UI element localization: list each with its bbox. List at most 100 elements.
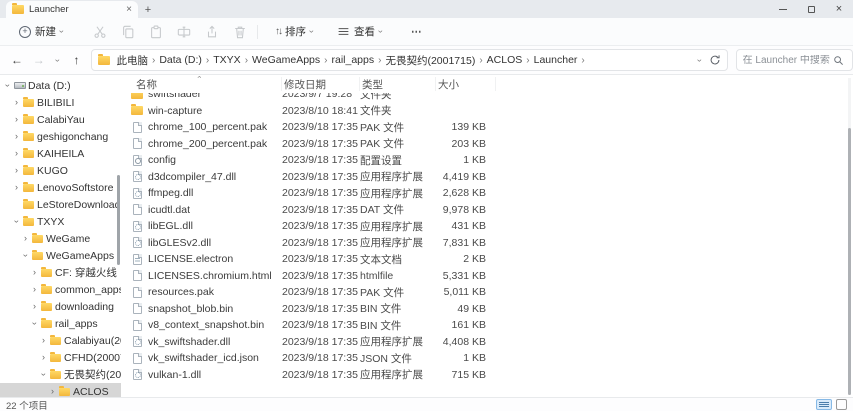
- expander-icon[interactable]: ›: [12, 183, 21, 192]
- column-header-type[interactable]: 类型: [360, 77, 436, 91]
- list-scrollbar-thumb[interactable]: [848, 128, 851, 395]
- expander-icon[interactable]: ›: [30, 268, 39, 277]
- file-row[interactable]: chrome_200_percent.pak 2023/9/18 17:35 P…: [126, 136, 521, 153]
- sidebar-item[interactable]: › KUGO: [0, 162, 121, 179]
- breadcrumb-item[interactable]: WeGameApps: [250, 54, 322, 66]
- breadcrumb-item[interactable]: 此电脑: [114, 53, 150, 68]
- breadcrumb-separator-icon: ›: [151, 54, 156, 66]
- share-button[interactable]: [204, 24, 219, 39]
- expander-icon[interactable]: ›: [12, 149, 21, 158]
- sidebar-item[interactable]: › downloading: [0, 298, 121, 315]
- breadcrumb-item[interactable]: rail_apps: [329, 54, 376, 66]
- breadcrumb-item[interactable]: 无畏契约(2001715): [383, 53, 477, 68]
- sidebar-scrollbar[interactable]: [117, 175, 120, 265]
- expander-icon[interactable]: ›: [30, 319, 40, 328]
- expander-icon[interactable]: ›: [12, 132, 21, 141]
- maximize-button[interactable]: [797, 0, 825, 18]
- expander-icon[interactable]: ›: [21, 251, 31, 260]
- back-button[interactable]: ←: [6, 53, 28, 67]
- file-date: 2023/9/18 17:35: [282, 253, 358, 266]
- file-row[interactable]: resources.pak 2023/9/18 17:35 PAK 文件 5,0…: [126, 284, 521, 301]
- file-date: 2023/9/18 17:35: [282, 286, 358, 299]
- file-row[interactable]: LICENSES.chromium.html 2023/9/18 17:35 h…: [126, 268, 521, 285]
- cut-button[interactable]: [92, 24, 107, 39]
- details-view-button[interactable]: [816, 399, 832, 410]
- rename-button[interactable]: [176, 24, 191, 39]
- breadcrumb-item[interactable]: Launcher: [532, 54, 580, 66]
- search-input[interactable]: [742, 54, 833, 66]
- sidebar-item[interactable]: › CFHD(2000797: [0, 349, 121, 366]
- file-row[interactable]: chrome_100_percent.pak 2023/9/18 17:35 P…: [126, 119, 521, 136]
- sidebar-item[interactable]: › geshigonchang: [0, 128, 121, 145]
- expander-icon[interactable]: ›: [3, 81, 13, 90]
- expander-icon[interactable]: ›: [21, 234, 30, 243]
- new-tab-button[interactable]: +: [138, 1, 158, 18]
- delete-button[interactable]: [232, 24, 247, 39]
- close-button[interactable]: ×: [825, 0, 853, 18]
- column-header-date[interactable]: 修改日期: [282, 77, 360, 91]
- up-button[interactable]: ↑: [66, 53, 88, 67]
- sidebar-item[interactable]: › rail_apps: [0, 315, 121, 332]
- sidebar-item[interactable]: › WeGame: [0, 230, 121, 247]
- file-row[interactable]: icudtl.dat 2023/9/18 17:35 DAT 文件 9,978 …: [126, 202, 521, 219]
- sidebar-item[interactable]: › CF: 穿越火线: [0, 264, 121, 281]
- expander-icon[interactable]: ›: [12, 166, 21, 175]
- sidebar-item[interactable]: › LenovoSoftstore: [0, 179, 121, 196]
- expander-icon[interactable]: ›: [12, 98, 21, 107]
- file-row[interactable]: swiftshader 2023/9/7 19:28 文件夹: [126, 93, 521, 103]
- column-header-size[interactable]: 大小: [436, 77, 496, 91]
- file-row[interactable]: ffmpeg.dll 2023/9/18 17:35 应用程序扩展 2,628 …: [126, 185, 521, 202]
- sidebar-item[interactable]: › WeGameApps: [0, 247, 121, 264]
- large-icons-view-button[interactable]: [836, 399, 847, 410]
- search-box[interactable]: [735, 49, 853, 71]
- paste-button[interactable]: [148, 24, 163, 39]
- sidebar-item[interactable]: › CalabiYau: [0, 111, 121, 128]
- sort-button[interactable]: ↑↓ 排序 ›: [268, 20, 320, 43]
- sidebar-item[interactable]: › KAIHEILA: [0, 145, 121, 162]
- address-dropdown-icon[interactable]: ›: [695, 59, 705, 62]
- file-row[interactable]: vk_swiftshader.dll 2023/9/18 17:35 应用程序扩…: [126, 334, 521, 351]
- sidebar-item[interactable]: › TXYX: [0, 213, 121, 230]
- sidebar-item[interactable]: › BILIBILI: [0, 94, 121, 111]
- sidebar-item[interactable]: › common_apps: [0, 281, 121, 298]
- file-row[interactable]: vk_swiftshader_icd.json 2023/9/18 17:35 …: [126, 350, 521, 367]
- expander-icon[interactable]: ›: [30, 302, 39, 311]
- file-row[interactable]: d3dcompiler_47.dll 2023/9/18 17:35 应用程序扩…: [126, 169, 521, 186]
- tab-launcher[interactable]: Launcher ×: [6, 1, 138, 18]
- forward-button[interactable]: →: [28, 53, 50, 67]
- file-date: 2023/9/18 17:35: [282, 187, 358, 200]
- expander-icon[interactable]: ›: [48, 387, 57, 396]
- new-button[interactable]: + 新建 ›: [12, 20, 70, 43]
- refresh-icon[interactable]: [709, 54, 721, 66]
- sidebar-item[interactable]: › Calabiyau(2001: [0, 332, 121, 349]
- breadcrumb[interactable]: 此电脑 › Data (D:) › TXYX › WeGameApps › rail_apps ›…: [91, 49, 728, 71]
- minimize-button[interactable]: [769, 0, 797, 18]
- file-row[interactable]: config 2023/9/18 17:35 配置设置 1 KB: [126, 152, 521, 169]
- sidebar-item[interactable]: › ACLOS: [0, 383, 121, 397]
- column-header-name[interactable]: 名称: [126, 77, 282, 91]
- more-options-button[interactable]: ⋯: [403, 26, 432, 38]
- file-row[interactable]: vulkan-1.dll 2023/9/18 17:35 应用程序扩展 715 …: [126, 367, 521, 381]
- breadcrumb-item[interactable]: ACLOS: [485, 54, 525, 66]
- file-row[interactable]: v8_context_snapshot.bin 2023/9/18 17:35 …: [126, 317, 521, 334]
- expander-icon[interactable]: ›: [39, 370, 49, 379]
- copy-button[interactable]: [120, 24, 135, 39]
- expander-icon[interactable]: ›: [30, 285, 39, 294]
- file-row[interactable]: win-capture 2023/8/10 18:41 文件夹: [126, 103, 521, 120]
- file-row[interactable]: LICENSE.electron 2023/9/18 17:35 文本文档 2 …: [126, 251, 521, 268]
- expander-icon[interactable]: ›: [12, 217, 22, 226]
- sidebar-item[interactable]: › 无畏契约(20017: [0, 366, 121, 383]
- expander-icon[interactable]: ›: [39, 353, 48, 362]
- sidebar-item[interactable]: › Data (D:): [0, 77, 121, 94]
- breadcrumb-item[interactable]: Data (D:): [157, 54, 204, 66]
- file-row[interactable]: libGLESv2.dll 2023/9/18 17:35 应用程序扩展 7,8…: [126, 235, 521, 252]
- recent-locations-button[interactable]: ›: [50, 54, 66, 66]
- file-row[interactable]: snapshot_blob.bin 2023/9/18 17:35 BIN 文件…: [126, 301, 521, 318]
- expander-icon[interactable]: ›: [39, 336, 48, 345]
- breadcrumb-item[interactable]: TXYX: [211, 54, 242, 66]
- sidebar-item[interactable]: LeStoreDownload: [0, 196, 121, 213]
- tab-close-icon[interactable]: ×: [126, 4, 132, 15]
- expander-icon[interactable]: ›: [12, 115, 21, 124]
- file-row[interactable]: libEGL.dll 2023/9/18 17:35 应用程序扩展 431 KB: [126, 218, 521, 235]
- view-button[interactable]: 查看 ›: [330, 20, 389, 43]
